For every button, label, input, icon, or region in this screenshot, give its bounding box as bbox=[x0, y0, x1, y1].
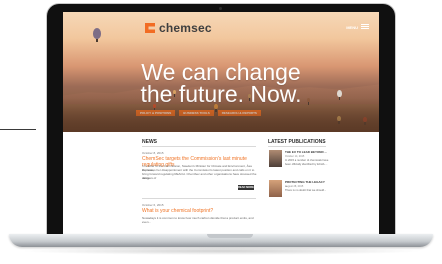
publication-thumbnail[interactable] bbox=[269, 150, 282, 167]
promo-scene: chemsec MENU We can change the future. N… bbox=[0, 0, 442, 264]
chemsec-logo-mark bbox=[145, 23, 155, 33]
main-menu-toggle[interactable]: MENU bbox=[346, 24, 369, 30]
article-summary-line: Nowadays it is common to know how much c… bbox=[142, 216, 254, 224]
article-title-link[interactable]: What is your chemical footprint? bbox=[142, 208, 257, 214]
brand-name: chemsec bbox=[159, 21, 212, 35]
menu-label: MENU bbox=[346, 24, 358, 30]
article-date: October 8, 2015 bbox=[142, 151, 164, 155]
webcam-icon bbox=[219, 7, 222, 10]
laptop-shadow bbox=[19, 247, 425, 255]
news-heading: NEWS bbox=[142, 139, 157, 145]
article-summary-line: delay... bbox=[142, 176, 152, 180]
hamburger-icon bbox=[361, 24, 369, 30]
laptop-screen: chemsec MENU We can change the future. N… bbox=[63, 12, 379, 234]
research-reports-button[interactable]: RESEARCH & REPORTS bbox=[217, 110, 261, 116]
laptop-base bbox=[9, 234, 433, 247]
content-area: NEWS October 8, 2015 ChemSec targets the… bbox=[63, 132, 379, 234]
balloon-icon bbox=[153, 104, 156, 111]
publication-thumbnail[interactable] bbox=[269, 180, 282, 197]
balloon-icon bbox=[307, 98, 310, 105]
laptop-notch bbox=[207, 234, 253, 238]
publications-divider bbox=[268, 146, 326, 147]
business-tools-button[interactable]: BUSINESS TOOLS bbox=[179, 110, 214, 116]
article-separator bbox=[142, 198, 256, 199]
site-logo[interactable]: chemsec bbox=[145, 21, 212, 35]
balloon-icon bbox=[214, 104, 218, 112]
latest-publications-heading: LATEST PUBLICATIONS bbox=[268, 139, 326, 145]
publication-summary: There is no doubt that we should... bbox=[285, 189, 327, 192]
balloon-icon bbox=[363, 117, 367, 125]
publication-title[interactable]: THE EU TO LEAD BEYOND ... bbox=[285, 150, 328, 154]
policy-positions-button[interactable]: POLICY & POSITIONS bbox=[136, 110, 176, 116]
hero-banner: chemsec MENU We can change the future. N… bbox=[63, 12, 379, 132]
left-horizontal-line bbox=[0, 129, 36, 130]
balloon-icon bbox=[93, 28, 101, 42]
news-divider bbox=[142, 146, 256, 147]
read-more-button[interactable]: READ MORE bbox=[238, 185, 254, 190]
hero-headline-line2: the future. Now. bbox=[140, 81, 302, 107]
article-date: October 6, 2015 bbox=[142, 203, 164, 207]
balloon-icon bbox=[337, 116, 341, 124]
publication-date: October 14, 2015 bbox=[285, 155, 305, 158]
publication-date: August 28, 2015 bbox=[285, 185, 304, 188]
publication-summary: In 2015 a number of chemicals have been … bbox=[285, 159, 329, 166]
hero-button-group: POLICY & POSITIONS BUSINESS TOOLS RESEAR… bbox=[136, 110, 261, 116]
hero-headline-line1: We can change bbox=[141, 59, 301, 85]
